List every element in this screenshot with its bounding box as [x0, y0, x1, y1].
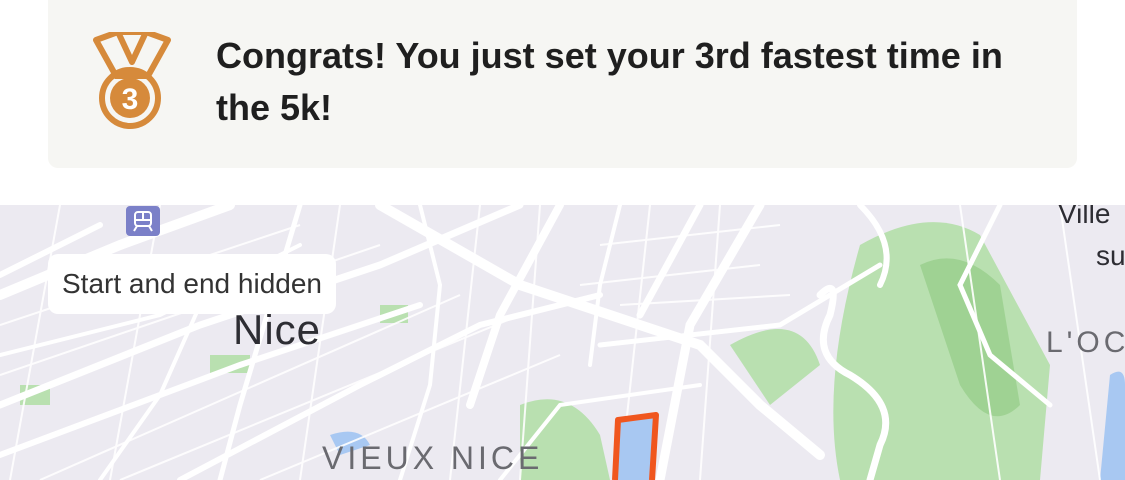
achievement-message: Congrats! You just set your 3rd fastest … [216, 35, 1003, 128]
district-label: VIEUX NICE [322, 440, 544, 476]
activity-map[interactable]: Nice VIEUX NICE Ville su L'OC [0, 205, 1125, 480]
medal-rank-number: 3 [122, 83, 139, 116]
partial-place-label: Ville [1058, 205, 1111, 229]
privacy-zone-label: Start and end hidden [48, 254, 336, 314]
bronze-medal-icon: 3 [93, 32, 171, 129]
sea-water [1100, 371, 1125, 480]
train-station-icon[interactable] [126, 206, 160, 236]
activity-route [612, 412, 659, 480]
map-tiles [0, 205, 1125, 480]
partial-place-label: L'OC [1046, 326, 1125, 359]
partial-place-label: su [1096, 240, 1125, 271]
